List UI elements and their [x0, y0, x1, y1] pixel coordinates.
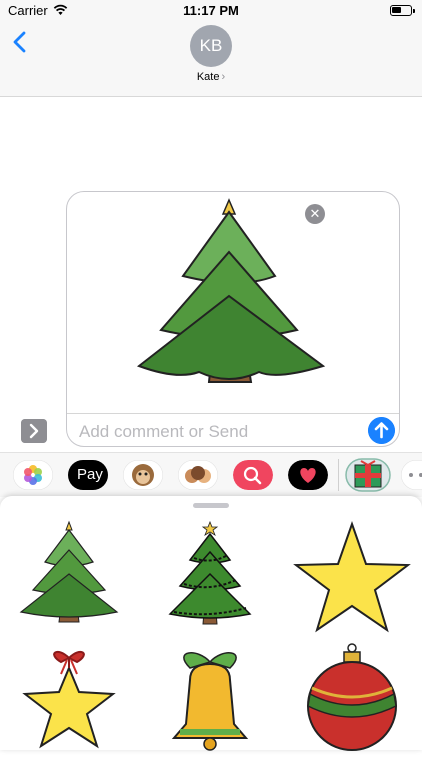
sticker-drawer: [0, 496, 422, 751]
apple-pay-label: Pay: [77, 466, 103, 483]
contact-name-button[interactable]: Kate ›: [0, 71, 422, 83]
star-ornament-sticker[interactable]: [9, 640, 129, 760]
conversation-header: KB Kate ›: [0, 24, 422, 97]
apple-pay-app-icon[interactable]: Pay: [68, 460, 108, 490]
animoji-app-icon[interactable]: [123, 460, 163, 490]
chevron-right-icon: ›: [221, 71, 226, 83]
decorated-tree-sticker[interactable]: [150, 520, 270, 640]
christmas-sticker-app-icon[interactable]: [345, 458, 391, 492]
bauble-sticker[interactable]: [292, 640, 412, 760]
contact-name: Kate: [196, 71, 220, 83]
contact-avatar[interactable]: KB: [190, 25, 232, 67]
compose-field: ✕ Add comment or Send: [66, 191, 400, 447]
app-strip: Pay: [0, 452, 422, 497]
memoji-app-icon[interactable]: [178, 460, 218, 490]
yellow-star-sticker[interactable]: [292, 520, 412, 640]
back-chevron-icon[interactable]: [10, 30, 30, 54]
more-apps-icon[interactable]: [401, 460, 422, 490]
compose-divider: [67, 413, 399, 414]
photos-app-icon[interactable]: [13, 460, 53, 490]
christmas-tree-sticker[interactable]: [9, 520, 129, 640]
remove-attachment-button[interactable]: ✕: [305, 204, 325, 224]
send-button[interactable]: [368, 417, 395, 444]
drawer-grabber[interactable]: [193, 503, 229, 508]
image-search-app-icon[interactable]: [233, 460, 273, 490]
digital-touch-app-icon[interactable]: [288, 460, 328, 490]
christmas-tree-preview: [136, 198, 326, 383]
expand-apps-button[interactable]: [21, 419, 47, 443]
bell-sticker[interactable]: [150, 640, 270, 760]
battery-icon: [390, 5, 415, 16]
clock: 11:17 PM: [183, 3, 239, 18]
message-input[interactable]: Add comment or Send: [79, 422, 248, 442]
status-bar: Carrier 11:17 PM: [0, 0, 422, 24]
app-strip-divider: [338, 459, 339, 491]
